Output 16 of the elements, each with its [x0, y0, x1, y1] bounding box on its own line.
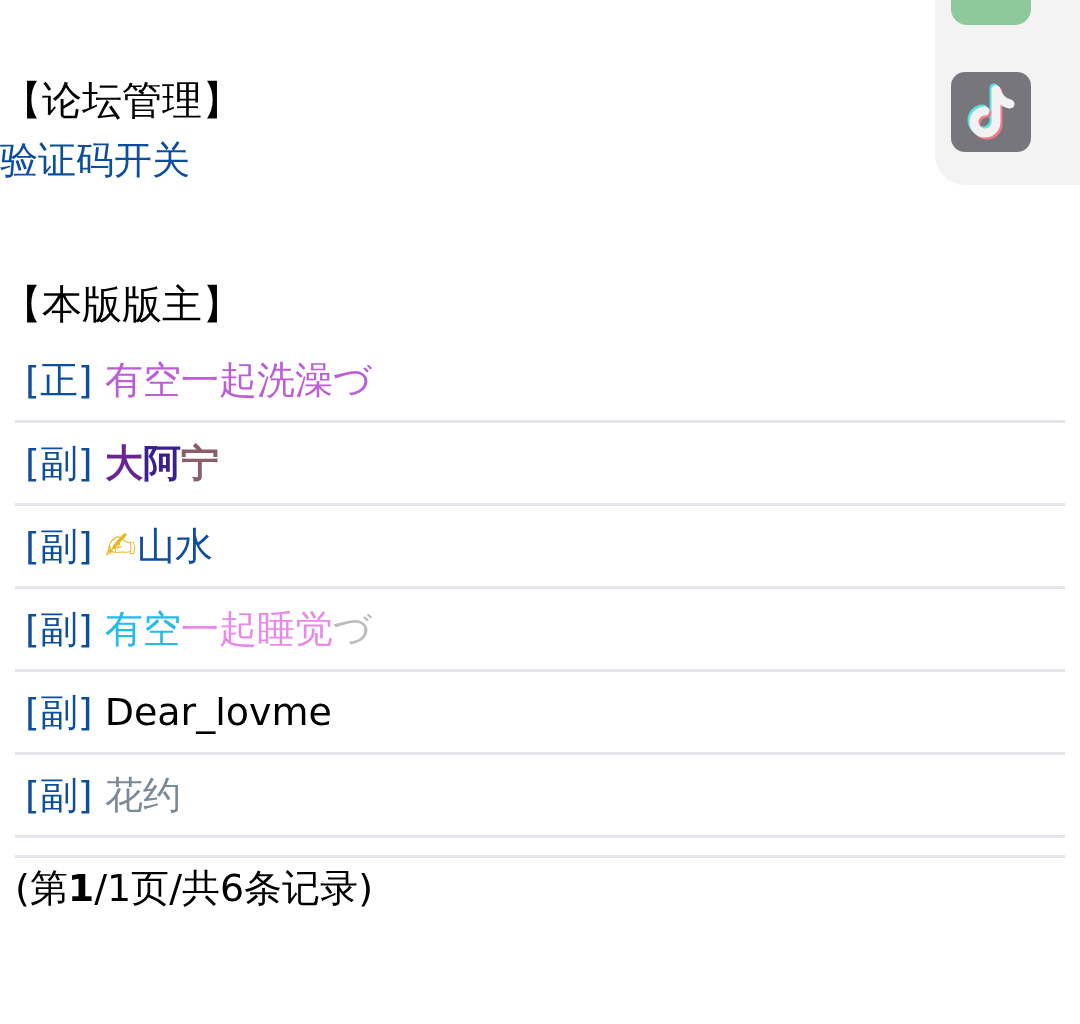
- moderator-link[interactable]: 有空一起洗澡づ: [104, 351, 372, 409]
- moderator-link[interactable]: ✍山水: [104, 517, 213, 575]
- pagination-text: (第1/1页/共6条记录): [15, 865, 374, 912]
- moderator-link[interactable]: 大阿宁: [104, 434, 219, 492]
- moderator-link[interactable]: Dear_lovme: [104, 683, 332, 741]
- role-label: [副]: [25, 522, 93, 570]
- role-label: [副]: [25, 771, 93, 819]
- link[interactable]: 验证码开关: [0, 130, 190, 190]
- section-heading: 【论坛管理】: [2, 76, 242, 125]
- role-label: [副]: [25, 439, 93, 487]
- moderator-link[interactable]: 花约: [104, 766, 181, 824]
- music-note-app-icon[interactable]: [951, 72, 1031, 152]
- role-label: [副]: [25, 688, 93, 736]
- role-label: [副]: [25, 605, 93, 653]
- section-heading: 【本版版主】: [2, 280, 242, 329]
- role-label: [正]: [25, 356, 93, 404]
